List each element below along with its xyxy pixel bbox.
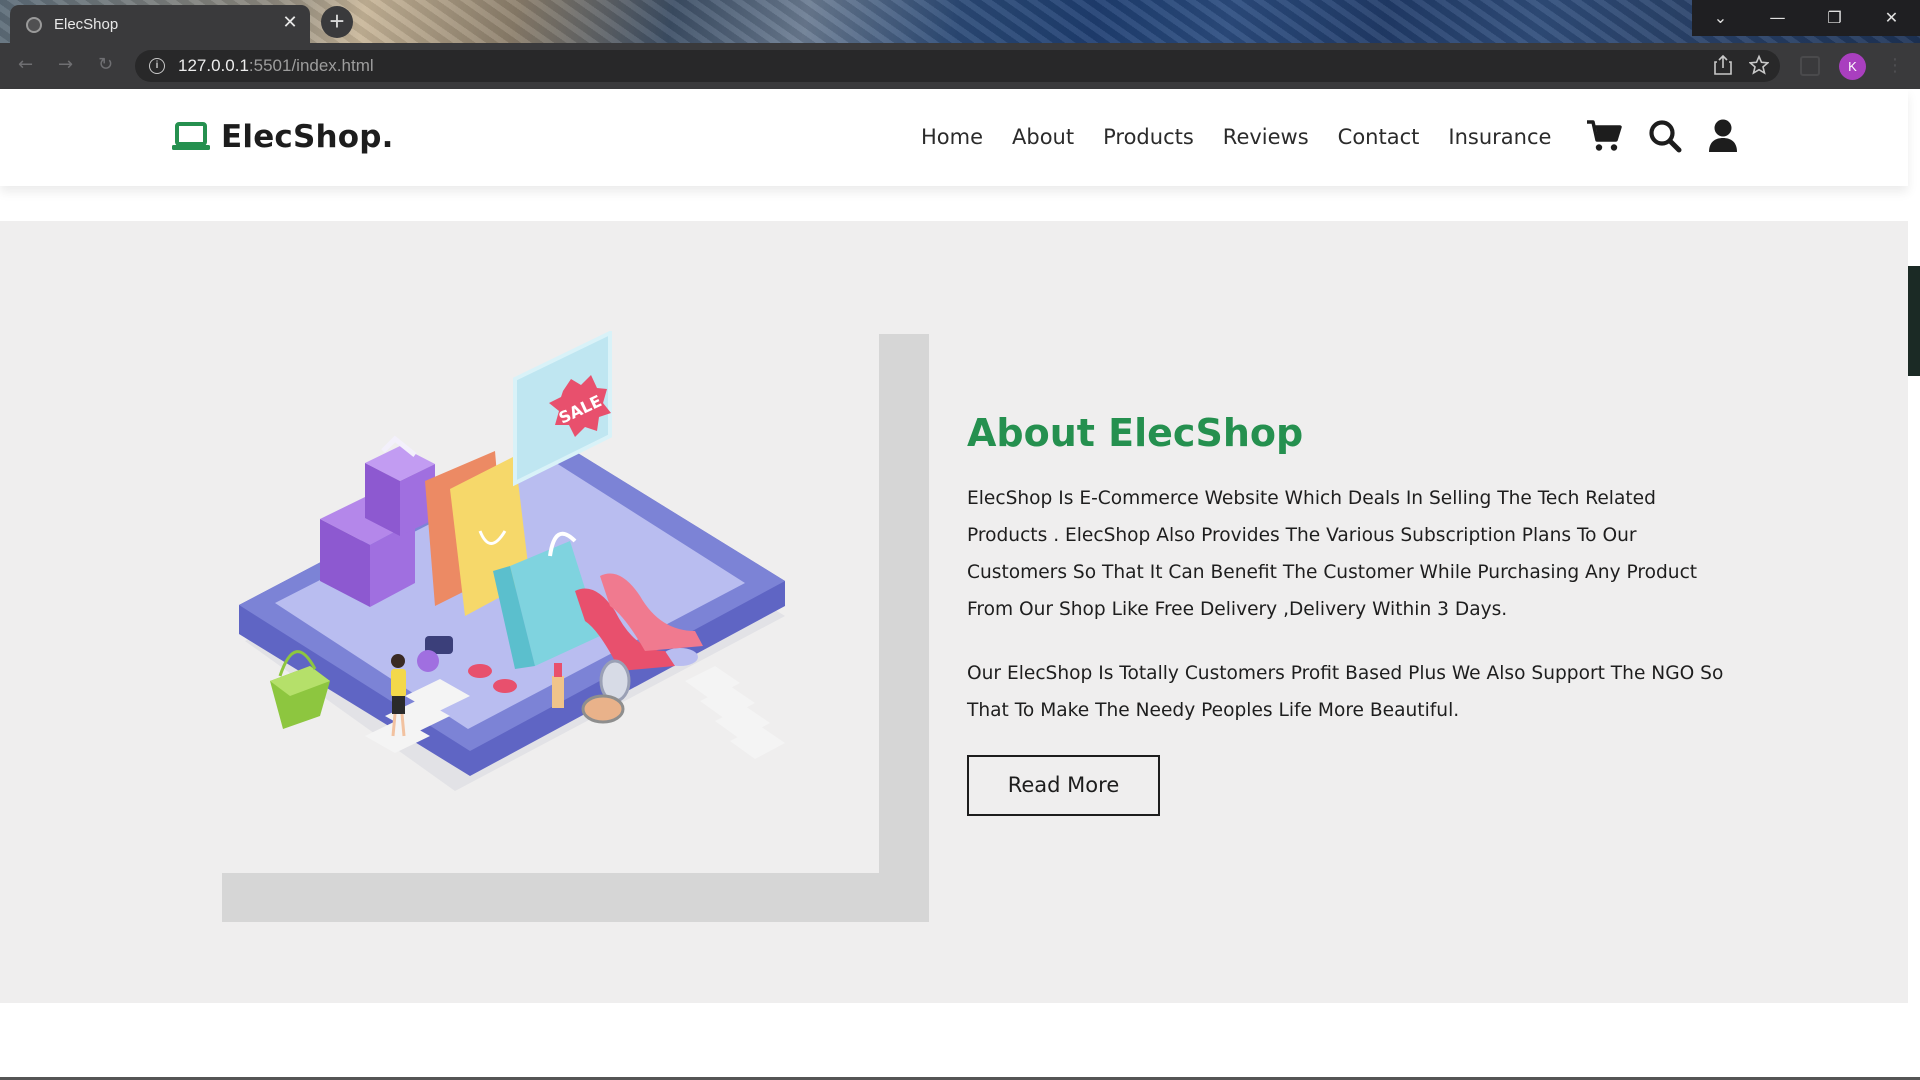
bookmark-star-icon[interactable]: [1748, 54, 1770, 81]
reload-icon[interactable]: ↻: [98, 54, 113, 75]
read-more-button[interactable]: Read More: [967, 755, 1160, 816]
site-header: ElecShop. Home About Products Reviews Co…: [0, 89, 1908, 186]
shopping-cart-icon[interactable]: [1586, 119, 1622, 153]
close-tab-icon[interactable]: ✕: [280, 13, 300, 33]
tab-title: ElecShop: [54, 16, 119, 33]
about-title: About ElecShop: [967, 411, 1304, 455]
browser-menu-icon[interactable]: ⋮: [1886, 55, 1904, 76]
url-text: 127.0.0.1:5501/index.html: [178, 56, 374, 76]
search-icon[interactable]: [1648, 119, 1682, 153]
nav-home[interactable]: Home: [921, 125, 983, 149]
window-controls: ⌄ — ❐ ✕: [1692, 0, 1920, 36]
nav-about[interactable]: About: [1012, 125, 1074, 149]
about-paragraph-1: ElecShop Is E-Commerce Website Which Dea…: [967, 488, 1698, 620]
user-icon[interactable]: [1708, 119, 1738, 153]
url-input[interactable]: i 127.0.0.1:5501/index.html: [135, 50, 1780, 82]
site-logo[interactable]: ElecShop.: [171, 119, 394, 155]
url-host: 127.0.0.1: [178, 56, 249, 75]
about-paragraph-2: Our ElecShop Is Totally Customers Profit…: [967, 663, 1724, 721]
browser-tab-strip: ElecShop ✕ + ⌄ — ❐ ✕: [0, 0, 1920, 43]
profile-avatar[interactable]: K: [1839, 53, 1866, 80]
main-nav: Home About Products Reviews Contact Insu…: [921, 125, 1580, 149]
nav-insurance[interactable]: Insurance: [1448, 125, 1551, 149]
extensions-icon[interactable]: [1800, 56, 1820, 76]
laptop-icon: [172, 122, 210, 150]
forward-arrow-icon[interactable]: →: [58, 54, 73, 75]
nav-products[interactable]: Products: [1103, 125, 1194, 149]
globe-icon: [26, 17, 42, 33]
new-tab-button[interactable]: +: [321, 6, 353, 38]
site-info-icon[interactable]: i: [149, 58, 165, 74]
image-frame-bottom: [222, 873, 929, 922]
scrollbar-thumb[interactable]: [1908, 266, 1920, 376]
url-path: :5501/index.html: [248, 56, 374, 75]
address-bar-row: ← → ↻ i 127.0.0.1:5501/index.html K ⋮: [0, 43, 1920, 89]
nav-reviews[interactable]: Reviews: [1223, 125, 1309, 149]
close-window-icon[interactable]: ✕: [1863, 0, 1920, 36]
minimize-icon[interactable]: —: [1749, 0, 1806, 36]
browser-tab[interactable]: ElecShop ✕: [10, 5, 310, 43]
restore-icon[interactable]: ❐: [1806, 0, 1863, 36]
shopping-illustration: SALE: [239, 331, 785, 791]
back-arrow-icon[interactable]: ←: [18, 54, 33, 75]
image-frame-right: [879, 334, 929, 922]
nav-contact[interactable]: Contact: [1338, 125, 1420, 149]
logo-text: ElecShop.: [221, 119, 394, 155]
tab-search-icon[interactable]: ⌄: [1692, 0, 1749, 36]
share-icon[interactable]: [1713, 54, 1733, 81]
about-section: SALE About ElecShop ElecShop Is E-Commer…: [0, 221, 1908, 1003]
